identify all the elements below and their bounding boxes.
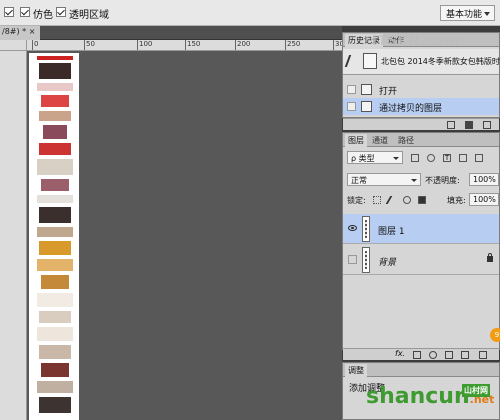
document-tab-title: /8#) * ×: [2, 27, 36, 36]
filter-kind-select[interactable]: ρ 类型: [347, 151, 403, 164]
brush-icon: [344, 55, 362, 67]
history-item[interactable]: 打开: [343, 81, 499, 98]
adjustment-filter-icon[interactable]: [427, 154, 435, 162]
ruler-label: 150: [187, 40, 201, 48]
fill-label: 填充:: [447, 196, 466, 205]
adjustment-layer-icon[interactable]: [429, 351, 437, 359]
itscn-watermark: ITSCN.com: [372, 34, 460, 49]
ruler-label: 100: [139, 40, 153, 48]
ruler-label: 0: [34, 40, 39, 48]
search-icon: ρ: [351, 154, 359, 163]
shancun-badge: 山村网: [462, 384, 490, 397]
ruler-corner: [0, 40, 27, 51]
filter-kind-label: 类型: [358, 154, 375, 163]
layers-footer: fx.: [343, 348, 499, 360]
layer-icon: [361, 101, 372, 112]
lock-all-icon[interactable]: [418, 196, 426, 204]
tab-channels[interactable]: 通道: [369, 134, 391, 147]
tab-layers[interactable]: 图层: [345, 134, 367, 147]
ruler-label: 300: [335, 40, 342, 48]
workspace-label: 基本功能: [446, 10, 483, 20]
new-document-icon[interactable]: [447, 121, 455, 129]
layer-name: 背景: [378, 258, 397, 268]
visibility-toggle[interactable]: [348, 255, 357, 264]
ruler-label: 200: [237, 40, 251, 48]
shape-filter-icon[interactable]: [459, 154, 467, 162]
blend-mode-select[interactable]: 正常: [347, 173, 421, 186]
right-panel-dock: 历史记录 动作 北包包 2014冬季新款女包韩版时… 打开 通过拷贝的图层 图层…: [342, 26, 500, 420]
eye-icon[interactable]: [348, 225, 357, 231]
vertical-ruler: [0, 51, 27, 420]
smart-object-filter-icon[interactable]: [475, 154, 483, 162]
antialias-checkbox[interactable]: [20, 7, 30, 17]
orange-badge-icon: 9: [490, 328, 500, 342]
lock-brush-icon[interactable]: [385, 196, 399, 204]
history-source-box[interactable]: [347, 85, 356, 94]
trash-icon[interactable]: [483, 121, 491, 129]
partial-checkbox[interactable]: [4, 7, 14, 17]
layer-row-selected[interactable]: 图层 1: [343, 214, 499, 244]
fill-input[interactable]: 100%: [469, 193, 499, 206]
document-page: [29, 53, 79, 420]
mask-icon[interactable]: [413, 351, 421, 359]
lock-row: 锁定: 填充: 100%: [343, 193, 499, 209]
layers-panel-tabs: 图层 通道 路径: [343, 133, 499, 147]
tab-adjustments[interactable]: 调整: [345, 364, 367, 377]
fx-icon[interactable]: fx.: [395, 349, 405, 358]
layer-thumbnail: [362, 216, 370, 242]
link-icon[interactable]: [377, 351, 385, 359]
transparency-label: 透明区域: [69, 10, 109, 21]
adjustments-panel-tabs: 调整: [343, 363, 499, 377]
document-tab[interactable]: /8#) * ×: [0, 26, 40, 40]
fill-value: 100%: [473, 195, 496, 204]
history-item-label: 打开: [379, 87, 398, 97]
group-icon[interactable]: [445, 351, 453, 359]
type-filter-icon[interactable]: T: [443, 154, 451, 162]
lock-label: 锁定:: [347, 196, 366, 205]
trash-icon[interactable]: [479, 351, 487, 359]
lock-position-icon[interactable]: [403, 196, 411, 204]
opacity-label: 不透明度:: [425, 176, 460, 185]
shancun-watermark-main: shancun: [366, 384, 470, 409]
product-image-strip: [37, 53, 73, 420]
history-snapshot[interactable]: 北包包 2014冬季新款女包韩版时…: [343, 49, 500, 75]
layer-thumbnail: [362, 247, 370, 273]
horizontal-ruler: 0 50 100 150 200 250 300: [27, 40, 342, 51]
snapshot-thumbnail: [363, 53, 377, 69]
document-tab-strip: /8#) * ×: [0, 26, 342, 40]
opacity-value: 100%: [473, 175, 496, 184]
new-layer-icon[interactable]: [461, 351, 469, 359]
camera-icon[interactable]: [465, 121, 473, 129]
lock-transparent-icon[interactable]: [373, 196, 381, 204]
layer-filter-row: ρ 类型 T: [343, 151, 499, 169]
canvas-area[interactable]: [27, 51, 342, 420]
layers-panel: 图层 通道 路径 ρ 类型 T 正常 不透明度: 100% 锁定: 填充: 10…: [342, 132, 500, 350]
history-source-box[interactable]: [347, 102, 356, 111]
transparency-checkbox[interactable]: [56, 7, 66, 17]
antialias-label: 仿色: [33, 10, 53, 21]
workspace-select[interactable]: 基本功能: [440, 5, 495, 21]
ruler-label: 50: [86, 40, 95, 48]
image-filter-icon[interactable]: [411, 154, 419, 162]
lock-icon: [487, 253, 493, 262]
ruler-label: 250: [287, 40, 301, 48]
history-item-label: 通过拷贝的图层: [379, 104, 443, 114]
history-item-selected[interactable]: 通过拷贝的图层: [343, 98, 499, 115]
options-bar: 仿色 透明区域 基本功能: [0, 0, 500, 26]
document-icon: [361, 84, 372, 95]
blend-mode-label: 正常: [351, 176, 367, 185]
layer-row[interactable]: 背景: [343, 245, 499, 275]
tab-paths[interactable]: 路径: [395, 134, 417, 147]
layer-name: 图层 1: [378, 227, 405, 237]
history-footer: [343, 118, 499, 130]
opacity-input[interactable]: 100%: [469, 173, 499, 186]
snapshot-label: 北包包 2014冬季新款女包韩版时…: [381, 57, 500, 66]
blend-row: 正常 不透明度: 100%: [343, 173, 499, 189]
